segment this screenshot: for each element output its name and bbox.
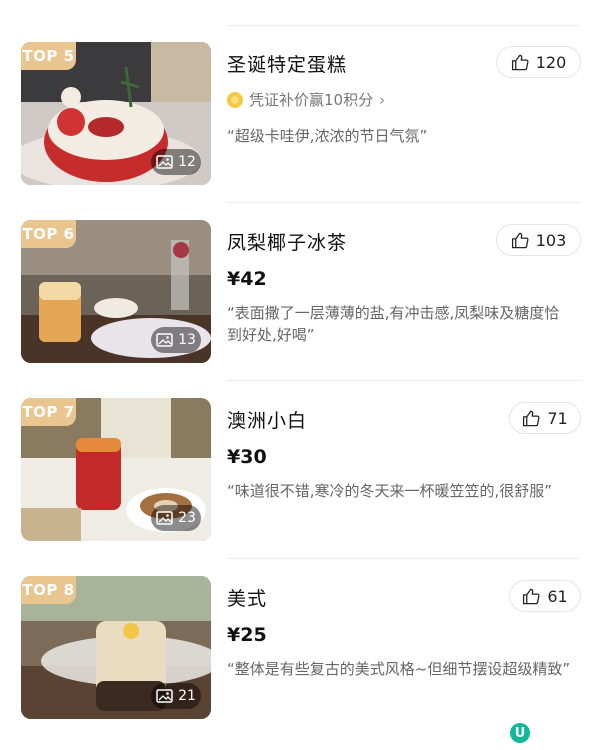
dish-photo-cake[interactable]: TOP 5 12 [21, 42, 211, 185]
dish-price: ¥30 [227, 446, 267, 468]
photo-count-value: 23 [178, 510, 196, 526]
photo-count-value: 13 [178, 332, 196, 348]
promo-text: 凭证补价赢10积分 [249, 91, 374, 109]
thumbs-up-icon [523, 410, 540, 426]
like-button[interactable]: 61 [509, 580, 581, 612]
coin-icon [227, 91, 243, 108]
dish-title[interactable]: 澳洲小白 [227, 406, 307, 433]
list-item[interactable]: TOP 8 21 美式 61 ¥25 “整体是有些复古的美式风格~但细节摆设超级… [0, 576, 600, 726]
photo-count[interactable]: 21 [151, 683, 201, 709]
top-divider [226, 25, 580, 26]
dish-title[interactable]: 凤梨椰子冰茶 [227, 228, 347, 255]
thumbs-up-icon [523, 588, 540, 604]
review-quote: “表面撒了一层薄薄的盐,有冲击感,凤梨味及糖度恰到好处,好喝” [227, 304, 560, 344]
divider [226, 380, 580, 381]
list-item[interactable]: TOP 6 13 凤梨椰子冰茶 103 ¥42 “表面撒了一层薄薄的盐,有冲击感… [0, 220, 600, 370]
image-icon [156, 511, 173, 525]
photo-count-value: 12 [178, 154, 196, 170]
dish-photo-pineapple-tea[interactable]: TOP 6 13 [21, 220, 211, 363]
like-count: 71 [547, 408, 568, 428]
rank-badge: TOP 5 [21, 42, 76, 70]
watermark-logo: U [510, 723, 530, 743]
image-icon [156, 333, 173, 347]
like-button[interactable]: 71 [509, 402, 581, 434]
dish-title[interactable]: 美式 [227, 584, 267, 611]
like-button[interactable]: 120 [496, 46, 581, 78]
like-count: 103 [535, 230, 567, 250]
dish-price: ¥42 [227, 268, 267, 290]
chevron-right-icon: › [379, 90, 386, 109]
rank-badge: TOP 6 [21, 220, 76, 248]
review-quote: “整体是有些复古的美式风格~但细节摆设超级精致” [227, 660, 571, 678]
thumbs-up-icon [511, 54, 529, 70]
photo-count[interactable]: 12 [151, 149, 201, 175]
image-icon [156, 155, 173, 169]
like-count: 61 [547, 586, 568, 606]
promo-link[interactable]: 凭证补价赢10积分 › [227, 89, 385, 110]
list-item[interactable]: TOP 5 12 圣诞特定蛋糕 120 凭证补价赢10积分 › “超级卡哇伊,浓… [0, 42, 600, 192]
dish-title[interactable]: 圣诞特定蛋糕 [227, 50, 347, 77]
photo-count-value: 21 [178, 688, 196, 704]
review-quote: “味道很不错,寒冷的冬天来一杯暖笠笠的,很舒服” [227, 482, 553, 500]
dish-photo-americano[interactable]: TOP 8 21 [21, 576, 211, 719]
like-button[interactable]: 103 [496, 224, 581, 256]
image-icon [156, 689, 173, 703]
rank-badge: TOP 7 [21, 398, 76, 426]
photo-count[interactable]: 13 [151, 327, 201, 353]
divider [226, 202, 580, 203]
like-count: 120 [535, 52, 567, 72]
thumbs-up-icon [511, 232, 529, 248]
dish-price: ¥25 [227, 624, 267, 646]
dish-photo-flat-white[interactable]: TOP 7 23 [21, 398, 211, 541]
list-item[interactable]: TOP 7 23 澳洲小白 71 ¥30 “味道很不错,寒冷的冬天来一杯暖笠笠的… [0, 398, 600, 548]
rank-badge: TOP 8 [21, 576, 76, 604]
divider [226, 558, 580, 559]
review-quote: “超级卡哇伊,浓浓的节日气氛” [227, 127, 428, 145]
photo-count[interactable]: 23 [151, 505, 201, 531]
